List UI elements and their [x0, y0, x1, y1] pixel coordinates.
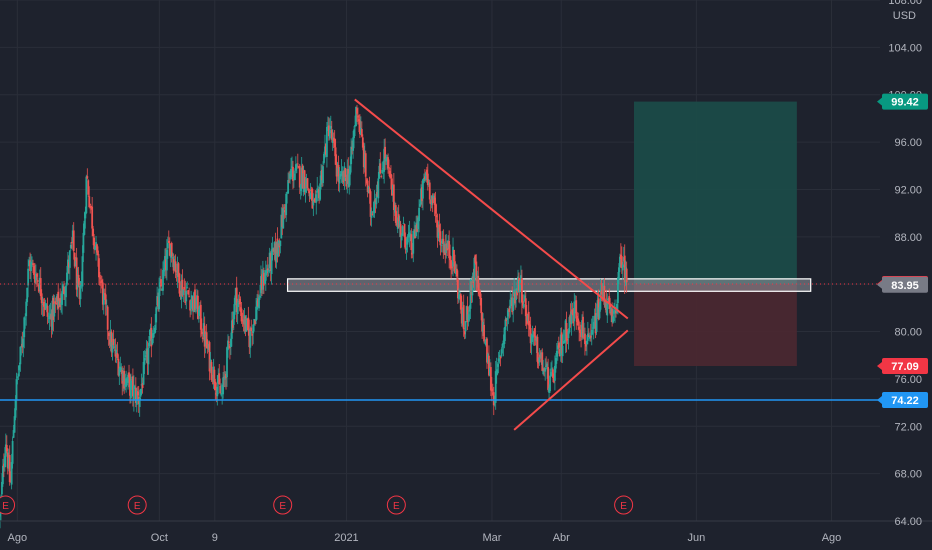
candle-body [279, 240, 282, 247]
candle-body [483, 324, 485, 342]
candle-body [188, 296, 191, 298]
candle-body [544, 367, 547, 372]
candle-body [549, 375, 551, 392]
candle-body [401, 226, 404, 236]
y-tick-label: 92.00 [894, 184, 922, 196]
candle-body [250, 327, 253, 331]
candle-body [364, 153, 367, 177]
candle-body [160, 279, 162, 287]
candle-body [440, 245, 443, 246]
earnings-marker-label: E [134, 501, 141, 512]
x-tick-label: Ago [822, 532, 842, 544]
candle-body [36, 280, 39, 282]
candle-body [306, 178, 309, 189]
x-tick-label: Oct [151, 532, 168, 544]
candle-body [464, 320, 467, 332]
candle-body [155, 307, 158, 323]
candle-body [91, 206, 94, 229]
candle-body [86, 176, 89, 179]
y-tick-label: 76.00 [894, 374, 922, 386]
price-tag-text: 99.42 [891, 97, 919, 109]
x-tick-label: Jun [688, 532, 706, 544]
candle-body [595, 314, 598, 332]
earnings-marker-label: E [620, 501, 627, 512]
x-tick-label: 9 [212, 532, 218, 544]
y-tick-label: 96.00 [894, 137, 922, 149]
candle-body [185, 290, 188, 302]
candle-body [228, 341, 230, 343]
earnings-marker-label: E [279, 501, 286, 512]
candle-body [106, 306, 109, 330]
candle-body [65, 285, 67, 298]
candle-body [322, 166, 324, 184]
y-tick-label: 108.00 [888, 0, 922, 7]
candle-body [428, 182, 431, 200]
price-tag-text: 74.22 [891, 395, 919, 407]
y-tick-label: 64.00 [894, 516, 922, 528]
long-position-profit-zone[interactable] [634, 101, 797, 284]
candle-body [326, 126, 328, 157]
y-tick-label: 72.00 [894, 421, 922, 433]
y-tick-label: 88.00 [894, 232, 922, 244]
candle-body [68, 250, 71, 268]
x-tick-label: Abr [553, 532, 570, 544]
candle-body [625, 268, 628, 283]
candle-body [418, 207, 420, 222]
candle-body [186, 287, 189, 289]
candle-body [27, 268, 30, 286]
candle-body [377, 178, 380, 199]
candle-body [82, 232, 85, 253]
price-tag-text: 77.09 [891, 361, 919, 373]
candle-body [380, 175, 383, 177]
candle-body [462, 305, 465, 330]
resistance-zone-rectangle[interactable] [286, 278, 812, 292]
currency-label: USD [893, 10, 916, 22]
y-tick-label: 80.00 [894, 327, 922, 339]
candle-body [379, 163, 382, 174]
candle-body [166, 242, 169, 249]
price-tag-text: 83.95 [891, 280, 919, 292]
chart-container: E E E E E Ago Oct 9 2021 Mar Abr Jun Ago 64.00 68.00… [0, 0, 932, 550]
earnings-marker-label: E [2, 501, 9, 512]
candle-body [89, 204, 92, 206]
candle-body [11, 440, 14, 464]
candle-body [480, 297, 483, 314]
x-tick-label: 2021 [334, 532, 358, 544]
candle-body [72, 230, 75, 252]
y-tick-label: 104.00 [888, 42, 922, 54]
x-tick-label: Ago [8, 532, 28, 544]
candle-body [561, 345, 564, 357]
candlestick-chart[interactable]: E E E E E Ago Oct 9 2021 Mar Abr Jun Ago 64.00 68.00… [0, 0, 932, 550]
candle-body [85, 176, 88, 214]
long-position-stop-zone[interactable] [634, 283, 797, 367]
candle-body [522, 304, 525, 308]
candle-body [294, 173, 296, 180]
earnings-marker-label: E [393, 501, 400, 512]
y-tick-label: 68.00 [894, 469, 922, 481]
candle-body [296, 163, 299, 165]
x-tick-label: Mar [482, 532, 501, 544]
candle-body [147, 347, 150, 365]
